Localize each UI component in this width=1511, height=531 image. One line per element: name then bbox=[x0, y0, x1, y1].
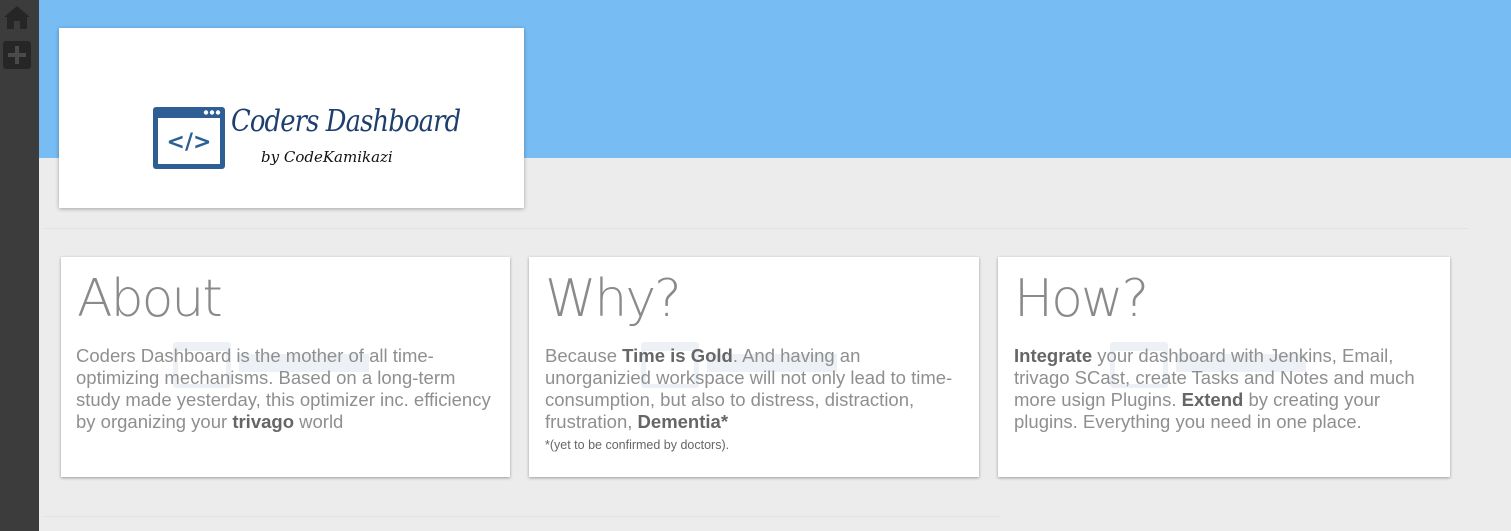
footnote: *(yet to be confirmed by doctors). bbox=[545, 438, 730, 452]
bottom-divider bbox=[43, 516, 1000, 517]
card-body-why: Because Time is Gold. And having an unor… bbox=[545, 345, 970, 453]
sidebar bbox=[0, 0, 39, 531]
card-body-how: Integrate your dashboard with Jenkins, E… bbox=[1014, 345, 1415, 432]
about-card: About Coders Dashboard is the mother of … bbox=[61, 257, 510, 477]
card-title-about: About bbox=[77, 269, 223, 329]
logo-subtitle: by CodeKamikazi bbox=[261, 148, 393, 166]
how-card: How? Integrate your dashboard with Jenki… bbox=[998, 257, 1450, 477]
logo-card: </> Coders Dashboard by CodeKamikazi bbox=[59, 28, 524, 208]
why-card: Why? Because Time is Gold. And having an… bbox=[529, 257, 979, 477]
card-title-why: Why? bbox=[545, 269, 682, 329]
card-body-about: Coders Dashboard is the mother of all ti… bbox=[76, 345, 491, 432]
home-icon[interactable] bbox=[3, 3, 31, 31]
code-window-icon: </> bbox=[152, 106, 226, 175]
plus-icon[interactable] bbox=[3, 41, 31, 69]
card-title-how: How? bbox=[1014, 269, 1149, 329]
section-divider bbox=[43, 228, 1468, 229]
logo-title: Coders Dashboard bbox=[231, 104, 461, 139]
logo-icon-text: </> bbox=[167, 130, 212, 155]
